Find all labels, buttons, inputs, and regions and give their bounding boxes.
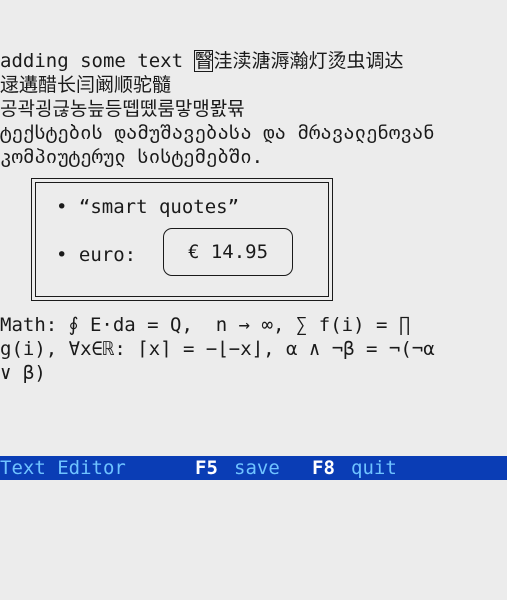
text-cursor: 瞖 [194,50,214,72]
math-line-2: g(i), ∀x∈ℝ: ⌈x⌉ = −⌊−x⌋, α ∧ ¬β = ¬(¬α [0,338,435,360]
text-line-4: ტექსტების დამუშავებასა და მრავალენოვან [0,122,435,144]
save-action-label[interactable]: save [234,456,280,480]
math-line-1: Math: ∮ E⋅da = Q, n → ∞, ∑ f(i) = ∏ [0,314,411,336]
f8-key-hint[interactable]: F8 [312,456,335,480]
text-line-3: 공곽굉귾농늪등뗍뗐룸맣맹뫐뮦 [0,98,245,120]
euro-price-box: € 14.95 [163,228,293,276]
math-text: Math: ∮ E⋅da = Q, n → ∞, ∑ f(i) = ∏ g(i),… [0,313,500,385]
line1-prefix: adding some text [0,50,195,72]
text-line-5: კომპიუტერულ სისტემებში. [0,146,264,168]
bullet-smart-quotes: • “smart quotes” [56,196,240,218]
text-line-1: adding some text 瞖洼渎溏溽瀚灯烫虫调达 [0,49,404,73]
bullet-euro-label: • euro: [56,244,137,266]
text-line-2: 逯遘醋长闫阚顺驼髓 [0,74,172,96]
frame-inner-border: • “smart quotes” • euro: € 14.95 [35,182,329,297]
app-title: Text Editor [0,457,126,479]
line1-rest: 洼渎溏溽瀚灯烫虫调达 [213,50,404,72]
math-line-3: ∨ β) [0,362,46,384]
double-frame-box: • “smart quotes” • euro: € 14.95 [31,178,333,301]
f5-key-hint[interactable]: F5 [195,456,218,480]
quit-action-label[interactable]: quit [351,456,397,480]
status-bar: Text Editor F5 save F8 quit [0,456,507,480]
